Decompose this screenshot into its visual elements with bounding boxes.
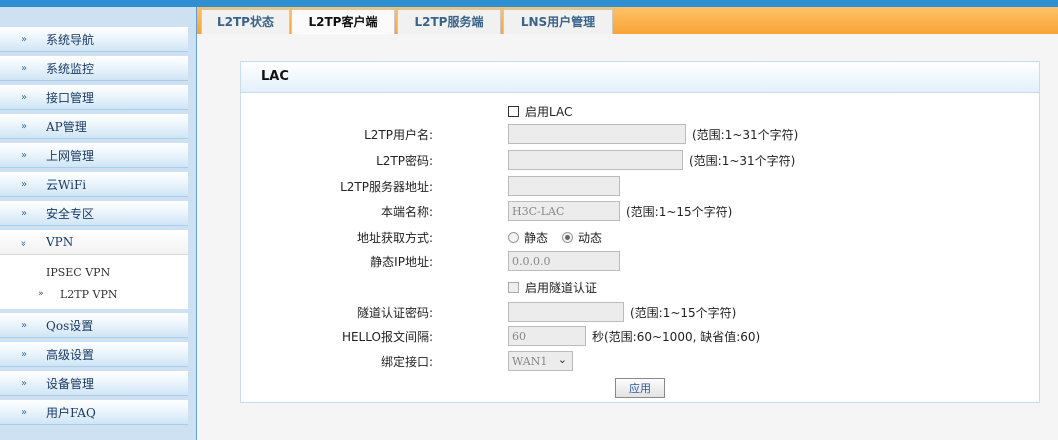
double-chevron-icon: » xyxy=(20,377,27,389)
sidebar-item-label: 上网管理 xyxy=(46,148,95,163)
tunnel-auth: 启用隧道认证 xyxy=(508,276,597,298)
addr-mode-radio-group: 静态 动态 xyxy=(508,226,616,248)
local-name-hint: (范围:1~15个字符) xyxy=(626,204,733,219)
addr-mode-static-label: 静态 xyxy=(524,230,549,245)
password-hint: (范围:1~31个字符) xyxy=(689,153,796,168)
sidebar-item-cloud-wifi[interactable]: » 云WiFi xyxy=(0,172,188,197)
tab-l2tp-status[interactable]: L2TP状态 xyxy=(201,9,290,34)
sidebar-item-faq[interactable]: » 用户FAQ xyxy=(0,400,188,425)
main-content: LAC 启用LAC L2TP用户名: (范围:1~31个字符) L2TP密码: … xyxy=(198,34,1058,440)
static-ip-label: 静态IP地址: xyxy=(370,255,433,269)
double-chevron-icon: » xyxy=(20,91,27,103)
double-chevron-icon: » xyxy=(20,348,27,360)
top-bar xyxy=(0,0,1058,7)
sidebar-item-label: 高级设置 xyxy=(46,347,95,362)
bind-iface-label: 绑定接口: xyxy=(380,355,433,369)
sidebar-item-device[interactable]: » 设备管理 xyxy=(0,371,188,396)
sidebar: » 系统导航 » 系统监控 » 接口管理 » AP管理 » 上网管理 » 云Wi… xyxy=(0,7,197,440)
double-chevron-icon: » xyxy=(20,406,27,418)
double-chevron-icon: » xyxy=(20,319,27,331)
double-chevron-icon: » xyxy=(20,207,27,219)
addr-mode-dynamic-radio[interactable] xyxy=(562,231,574,243)
sidebar-subitem-l2tp-vpn[interactable]: » L2TP VPN xyxy=(0,283,188,305)
sidebar-item-internet[interactable]: » 上网管理 xyxy=(0,143,188,168)
sidebar-item-label: 用户FAQ xyxy=(46,405,96,420)
enable-lac: 启用LAC xyxy=(508,100,572,122)
password-label: L2TP密码: xyxy=(376,154,433,168)
addr-mode-static-radio[interactable] xyxy=(508,231,519,243)
tunnel-pwd-label: 隧道认证密码: xyxy=(356,306,433,320)
chevron-right-icon: » xyxy=(38,289,44,299)
username-input[interactable] xyxy=(508,124,686,144)
username-hint: (范围:1~31个字符) xyxy=(692,127,799,142)
double-chevron-icon: » xyxy=(20,62,27,74)
apply-button[interactable]: 应用 xyxy=(615,378,665,398)
tab-bar: L2TP状态 L2TP客户端 L2TP服务端 LNS用户管理 xyxy=(197,7,1058,34)
tunnel-auth-label: 启用隧道认证 xyxy=(525,280,598,295)
tab-l2tp-client[interactable]: L2TP客户端 xyxy=(291,9,395,34)
sidebar-subitem-label: IPSEC VPN xyxy=(46,265,111,279)
chevron-down-icon: ⌄ xyxy=(557,353,567,366)
double-chevron-icon: » xyxy=(20,149,27,161)
lac-panel: LAC 启用LAC L2TP用户名: (范围:1~31个字符) L2TP密码: … xyxy=(240,61,1040,403)
double-chevron-icon: » xyxy=(20,33,27,45)
sidebar-item-system-monitor[interactable]: » 系统监控 xyxy=(0,56,188,81)
sidebar-item-label: AP管理 xyxy=(46,119,87,134)
sidebar-item-label: Qos设置 xyxy=(46,318,94,333)
hello-interval-input[interactable] xyxy=(508,326,586,346)
tab-lns-user[interactable]: LNS用户管理 xyxy=(503,9,613,34)
double-chevron-down-icon: » xyxy=(17,239,29,245)
sidebar-item-label: 系统导航 xyxy=(46,32,95,47)
local-name-label: 本端名称: xyxy=(380,205,433,219)
tunnel-pwd-hint: (范围:1~15个字符) xyxy=(630,305,737,320)
bind-interface-value: WAN1 xyxy=(512,354,548,368)
tunnel-auth-checkbox[interactable] xyxy=(508,281,519,293)
sidebar-item-advanced[interactable]: » 高级设置 xyxy=(0,342,188,367)
sidebar-item-vpn[interactable]: » VPN xyxy=(0,230,188,255)
sidebar-item-label: 云WiFi xyxy=(46,177,87,192)
bind-interface-select[interactable]: WAN1 ⌄ xyxy=(508,351,573,371)
sidebar-item-interface[interactable]: » 接口管理 xyxy=(0,85,188,110)
sidebar-item-system-nav[interactable]: » 系统导航 xyxy=(0,27,188,52)
enable-lac-checkbox[interactable] xyxy=(508,105,519,117)
sidebar-item-ap[interactable]: » AP管理 xyxy=(0,114,188,139)
server-address-input[interactable] xyxy=(508,176,620,196)
hello-hint: 秒(范围:60~1000, 缺省值:60) xyxy=(592,329,761,344)
local-name-input[interactable] xyxy=(508,201,620,221)
panel-title: LAC xyxy=(241,62,1039,93)
sidebar-item-label: 接口管理 xyxy=(46,90,95,105)
server-label: L2TP服务器地址: xyxy=(340,180,433,194)
double-chevron-icon: » xyxy=(20,178,27,190)
tab-l2tp-server[interactable]: L2TP服务端 xyxy=(397,9,501,34)
addr-mode-label: 地址获取方式: xyxy=(356,231,433,245)
sidebar-item-label: 安全专区 xyxy=(46,206,95,221)
sidebar-item-label: 设备管理 xyxy=(46,376,95,391)
password-input[interactable] xyxy=(508,150,683,170)
enable-lac-label: 启用LAC xyxy=(525,104,573,119)
username-label: L2TP用户名: xyxy=(364,128,433,142)
tunnel-pwd-input[interactable] xyxy=(508,302,624,322)
sidebar-subitem-label: L2TP VPN xyxy=(60,287,118,301)
addr-mode-dynamic-label: 动态 xyxy=(578,230,603,245)
sidebar-item-label: VPN xyxy=(46,235,74,249)
double-chevron-icon: » xyxy=(20,120,27,132)
static-ip-input[interactable] xyxy=(508,251,620,271)
hello-label: HELLO报文间隔: xyxy=(341,330,433,344)
sidebar-item-label: 系统监控 xyxy=(46,61,95,76)
sidebar-item-qos[interactable]: » Qos设置 xyxy=(0,313,188,338)
